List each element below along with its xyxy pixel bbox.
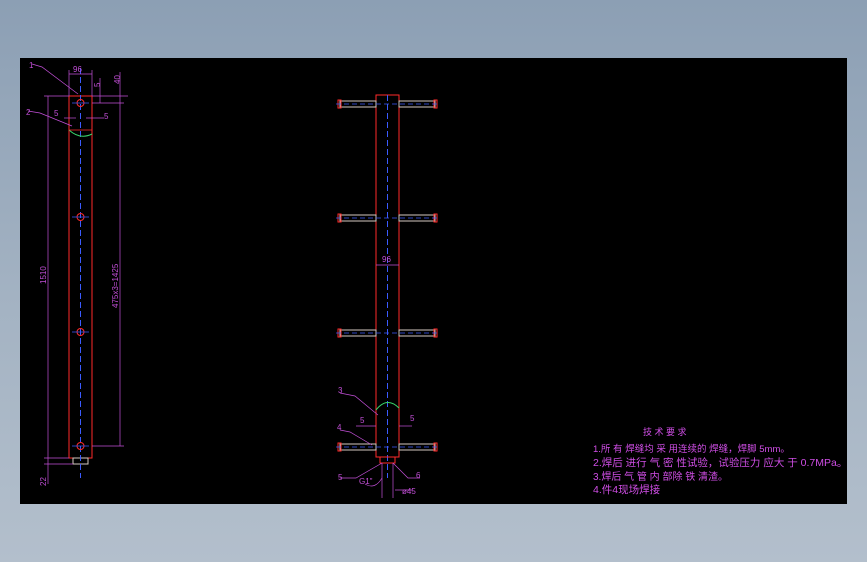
dim-bottom-22: 22 — [39, 477, 48, 486]
note-1: 1.所 有 焊缝均 采 用连续的 焊缝，焊脚 5mm。 — [593, 443, 790, 455]
note-2: 2.焊后 进行 气 密 性试验，试验压力 应大 于 0.7MPa。 — [593, 456, 847, 469]
drawing-viewport[interactable]: 1 2 96 5 40 5 5 1510 475x3=1425 22 96 5 … — [20, 58, 847, 504]
dim-top-5: 5 — [93, 82, 102, 87]
callout-4: 4 — [337, 423, 342, 432]
right-dim-5-left: 5 — [360, 416, 365, 425]
right-dim-96: 96 — [382, 255, 391, 264]
right-view: 96 5 5 3 4 5 6 G1" ø45 — [336, 94, 440, 498]
callout-5: 5 — [338, 473, 343, 482]
note-4: 4.件4现场焊接 — [593, 483, 661, 496]
callout-3: 3 — [338, 386, 343, 395]
technical-notes: 技 术 要 求 1.所 有 焊缝均 采 用连续的 焊缝，焊脚 5mm。 2.焊后… — [593, 426, 847, 496]
right-dim-5-right: 5 — [410, 414, 415, 423]
cad-drawing: 1 2 96 5 40 5 5 1510 475x3=1425 22 96 5 … — [26, 61, 847, 498]
dim-top-40: 40 — [113, 75, 122, 84]
dim-inner-5-left: 5 — [54, 109, 59, 118]
dim-angle: G1" — [359, 477, 373, 486]
left-view: 1 2 96 5 40 5 5 1510 475x3=1425 22 — [26, 61, 128, 486]
callout-1: 1 — [29, 61, 34, 70]
dim-diameter: ø45 — [402, 487, 416, 496]
dim-total-1510: 1510 — [39, 266, 48, 284]
dim-width-96: 96 — [73, 65, 82, 74]
dim-spacing: 475x3=1425 — [111, 263, 120, 308]
callout-2: 2 — [26, 108, 31, 117]
callout-6: 6 — [416, 471, 421, 480]
dim-inner-5-right: 5 — [104, 112, 109, 121]
notes-title: 技 术 要 求 — [643, 426, 687, 437]
note-3: 3.焊后 气 管 内 部除 铁 清渣。 — [593, 470, 728, 483]
